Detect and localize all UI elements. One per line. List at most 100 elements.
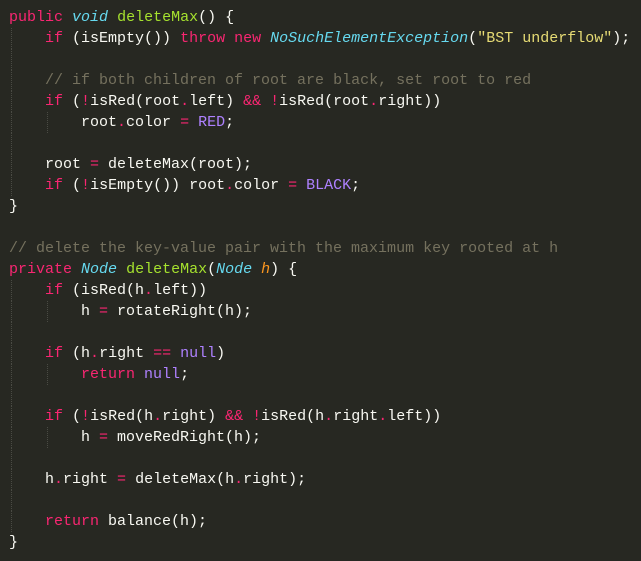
code-text: color <box>126 114 181 131</box>
code-text: ) <box>216 345 226 362</box>
keyword-token: if <box>45 93 64 110</box>
indent-guide <box>47 112 48 133</box>
code-text: (isEmpty()) <box>63 30 181 47</box>
code-line: return null; <box>0 364 641 385</box>
string-token: "BST underflow" <box>477 30 613 47</box>
operator-token: == <box>153 345 172 362</box>
code-text: isRed(root <box>279 93 370 110</box>
indent-guide <box>11 469 12 490</box>
operator-token: && <box>225 408 244 425</box>
code-text: isEmpty()) root <box>90 177 226 194</box>
indent-guide <box>47 427 48 448</box>
code-line <box>0 448 641 469</box>
code-text: } <box>9 534 19 551</box>
comment-token: // delete the key-value pair with the ma… <box>9 240 559 257</box>
keyword-token: new <box>234 30 262 47</box>
code-editor[interactable]: public void deleteMax() { if (isEmpty())… <box>0 0 641 561</box>
operator-token: = <box>117 471 127 488</box>
operator-token: . <box>144 282 154 299</box>
code-text: isRed(h <box>90 408 154 425</box>
code-text: h <box>9 303 100 320</box>
code-line: root.color = RED; <box>0 112 641 133</box>
code-line: root = deleteMax(root); <box>0 154 641 175</box>
code-text: ( <box>63 93 82 110</box>
code-line: if (isRed(h.left)) <box>0 280 641 301</box>
code-line: if (h.right == null) <box>0 343 641 364</box>
keyword-token: public <box>9 9 64 26</box>
code-text: h <box>9 471 55 488</box>
code-text: left)) <box>387 408 442 425</box>
code-text: () { <box>198 9 235 26</box>
operator-token: = <box>90 156 100 173</box>
code-text: ( <box>207 261 217 278</box>
code-text: root <box>9 156 91 173</box>
keyword-token: if <box>45 30 64 47</box>
constant-token: null <box>144 366 181 383</box>
operator-token: . <box>54 471 64 488</box>
code-text: ( <box>468 30 478 47</box>
code-line: public void deleteMax() { <box>0 7 641 28</box>
comment-token: // if both children of root are black, s… <box>45 72 532 89</box>
code-line: return balance(h); <box>0 511 641 532</box>
indent-guide <box>11 133 12 154</box>
constant-token: RED <box>198 114 226 131</box>
code-text: right); <box>243 471 307 488</box>
code-text: ) { <box>270 261 298 278</box>
type-token: Node <box>216 261 253 278</box>
keyword-token: return <box>81 366 136 383</box>
operator-token: . <box>324 408 334 425</box>
operator-token: . <box>180 93 190 110</box>
indent-guide <box>11 343 12 364</box>
operator-token: . <box>90 345 100 362</box>
code-line: h = moveRedRight(h); <box>0 427 641 448</box>
operator-token: . <box>153 408 163 425</box>
keyword-token: private <box>9 261 73 278</box>
code-line: private Node deleteMax(Node h) { <box>0 259 641 280</box>
code-line <box>0 490 641 511</box>
code-line: } <box>0 196 641 217</box>
code-line: if (!isEmpty()) root.color = BLACK; <box>0 175 641 196</box>
code-line: if (!isRed(root.left) && !isRed(root.rig… <box>0 91 641 112</box>
type-token: Node <box>81 261 118 278</box>
code-text: ; <box>225 114 235 131</box>
operator-token: . <box>369 93 379 110</box>
code-text: deleteMax(h <box>126 471 235 488</box>
code-line <box>0 385 641 406</box>
operator-token: = <box>288 177 298 194</box>
operator-token: . <box>117 114 127 131</box>
keyword-token: throw <box>180 30 226 47</box>
indent-guide <box>11 511 12 532</box>
code-text: ( <box>63 177 82 194</box>
indent-guide <box>11 427 12 448</box>
code-text: balance(h); <box>99 513 208 530</box>
operator-token: . <box>225 177 235 194</box>
parameter-token: h <box>261 261 271 278</box>
code-text: right <box>333 408 379 425</box>
operator-token: ! <box>252 408 262 425</box>
code-text: isRed(root <box>90 93 181 110</box>
code-line: } <box>0 532 641 553</box>
code-text: right) <box>162 408 226 425</box>
code-text: left) <box>189 93 244 110</box>
code-line: // delete the key-value pair with the ma… <box>0 238 641 259</box>
code-text: left)) <box>153 282 208 299</box>
code-text: ( <box>63 408 82 425</box>
code-line <box>0 322 641 343</box>
code-text: right <box>63 471 118 488</box>
indent-guide <box>11 385 12 406</box>
